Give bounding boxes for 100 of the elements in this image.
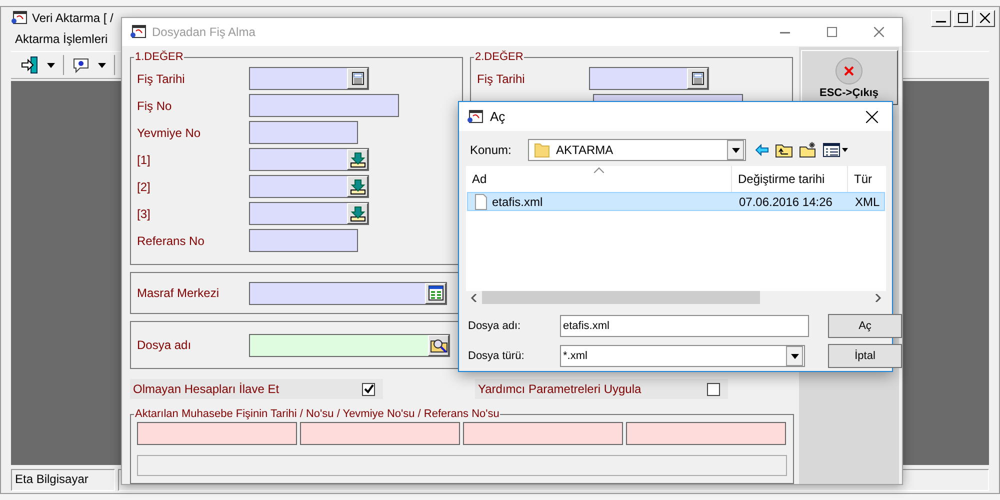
input-field[interactable] <box>249 94 399 117</box>
location-dropdown[interactable]: AKTARMA <box>528 139 746 161</box>
app-window-icon <box>130 25 146 39</box>
scroll-right-icon <box>874 294 882 302</box>
scroll-left-icon <box>470 294 478 302</box>
field-label: Konum: <box>470 143 512 157</box>
speech-bubble-icon <box>72 56 90 74</box>
field-label: [3] <box>137 206 152 220</box>
input-field[interactable] <box>249 175 369 198</box>
minimize-button[interactable] <box>931 10 951 26</box>
checkmark-icon <box>364 384 374 394</box>
maximize-button[interactable] <box>953 10 973 26</box>
status-text: Eta Bilgisayar <box>11 469 115 491</box>
browse-button[interactable] <box>428 334 449 356</box>
close-icon <box>835 56 863 84</box>
window-title: Aç <box>490 109 506 124</box>
view-list-icon <box>823 143 849 157</box>
lookup-button[interactable] <box>347 203 368 224</box>
checkbox[interactable] <box>362 382 375 396</box>
input-field[interactable] <box>589 67 709 90</box>
input-field[interactable] <box>249 282 447 304</box>
dropdown-button[interactable] <box>727 140 744 160</box>
window-title: Dosyadan Fiş Alma <box>152 25 256 39</box>
close-icon <box>874 27 884 37</box>
input-field[interactable] <box>249 229 358 252</box>
field-label: Dosya adı <box>137 338 192 352</box>
calendar-button[interactable] <box>347 68 368 89</box>
open-button[interactable]: Aç <box>828 314 902 338</box>
input-field[interactable] <box>463 422 623 445</box>
up-folder-button[interactable] <box>774 142 794 158</box>
new-folder-button[interactable] <box>798 142 818 158</box>
file-type-dropdown[interactable]: *.xml <box>560 345 805 367</box>
input-field[interactable] <box>249 67 369 90</box>
field-label: [2] <box>137 180 152 194</box>
close-icon <box>980 13 990 23</box>
checkbox[interactable] <box>707 382 720 396</box>
checkbox-row[interactable]: Yardımcı Parametreleri Uygula <box>475 379 728 399</box>
window-title: Veri Aktarma [ / <box>32 11 114 25</box>
field-label: Fiş No <box>137 98 173 112</box>
arrow-left-icon <box>755 144 769 156</box>
door-arrow-icon <box>21 56 39 74</box>
folder-icon <box>534 142 550 158</box>
input-field[interactable] <box>249 334 450 356</box>
download-icon <box>350 178 366 194</box>
calendar-icon <box>350 71 364 86</box>
field-label: Dosya türü: <box>468 350 526 362</box>
field-label: Masraf Merkezi <box>137 286 220 300</box>
close-button[interactable] <box>975 10 995 26</box>
caret-icon <box>790 354 798 358</box>
input-field[interactable] <box>249 148 369 171</box>
checkbox-label: Olmayan Hesapları İlave Et <box>133 382 280 396</box>
checkbox-row[interactable]: Olmayan Hesapları İlave Et <box>130 379 383 399</box>
file-row[interactable]: etafis.xml 07.06.2016 14:26 XML <box>467 192 885 211</box>
table-cell: XML <box>855 194 880 208</box>
field-label: Yevmiye No <box>137 126 202 140</box>
input-field[interactable] <box>137 422 297 445</box>
lookup-button[interactable] <box>347 176 368 197</box>
calendar-icon <box>690 71 704 86</box>
input-field[interactable] <box>300 422 460 445</box>
input-field[interactable] <box>626 422 786 445</box>
download-icon <box>350 206 366 222</box>
input-field[interactable] <box>249 121 358 144</box>
field-label: Dosya adı: <box>468 320 522 332</box>
input-field[interactable] <box>249 202 369 225</box>
table-cell: 07.06.2016 14:26 <box>739 194 832 208</box>
back-button[interactable] <box>754 144 770 156</box>
file-icon <box>475 194 487 210</box>
lookup-button[interactable] <box>347 149 368 170</box>
calendar-button[interactable] <box>687 68 708 89</box>
input-field[interactable] <box>137 455 787 476</box>
app-window-icon <box>467 110 483 124</box>
scroll-thumb[interactable] <box>482 291 760 304</box>
menu-item[interactable]: Aktarma İşlemleri <box>9 32 114 46</box>
close-icon <box>866 110 878 122</box>
caret-icon <box>732 148 740 152</box>
folder-search-icon <box>430 337 448 353</box>
checkbox-label: Yardımcı Parametreleri Uygula <box>478 382 642 396</box>
grid-icon <box>428 285 444 301</box>
new-folder-icon <box>799 142 817 158</box>
file-name-field[interactable]: etafis.xml <box>560 315 809 337</box>
field-label: [1] <box>137 152 152 166</box>
minimize-icon <box>936 21 946 23</box>
caret-icon <box>98 62 106 68</box>
field-label: Fiş Tarihi <box>137 72 186 86</box>
minimize-icon <box>780 32 790 34</box>
download-icon <box>350 152 366 168</box>
view-menu-button[interactable] <box>822 143 850 157</box>
caret-icon <box>47 62 55 68</box>
dropdown-button[interactable] <box>786 346 803 366</box>
column-header[interactable]: Tür <box>848 166 886 192</box>
group-title: Aktarılan Muhasebe Fişinin Tarihi / No'su / Yevmiye No'su / Referans No'su <box>134 408 500 420</box>
exit-button[interactable]: ESC->Çıkış <box>800 50 898 105</box>
lookup-button[interactable] <box>425 282 446 304</box>
field-label: Fiş Tarihi <box>477 72 526 86</box>
maximize-icon <box>958 13 968 23</box>
cancel-button[interactable]: İptal <box>828 344 902 368</box>
group-title: 1.DEĞER <box>134 51 184 63</box>
group-title: 2.DEĞER <box>474 51 524 63</box>
field-label: Referans No <box>137 234 206 248</box>
app-window-icon <box>11 11 27 25</box>
